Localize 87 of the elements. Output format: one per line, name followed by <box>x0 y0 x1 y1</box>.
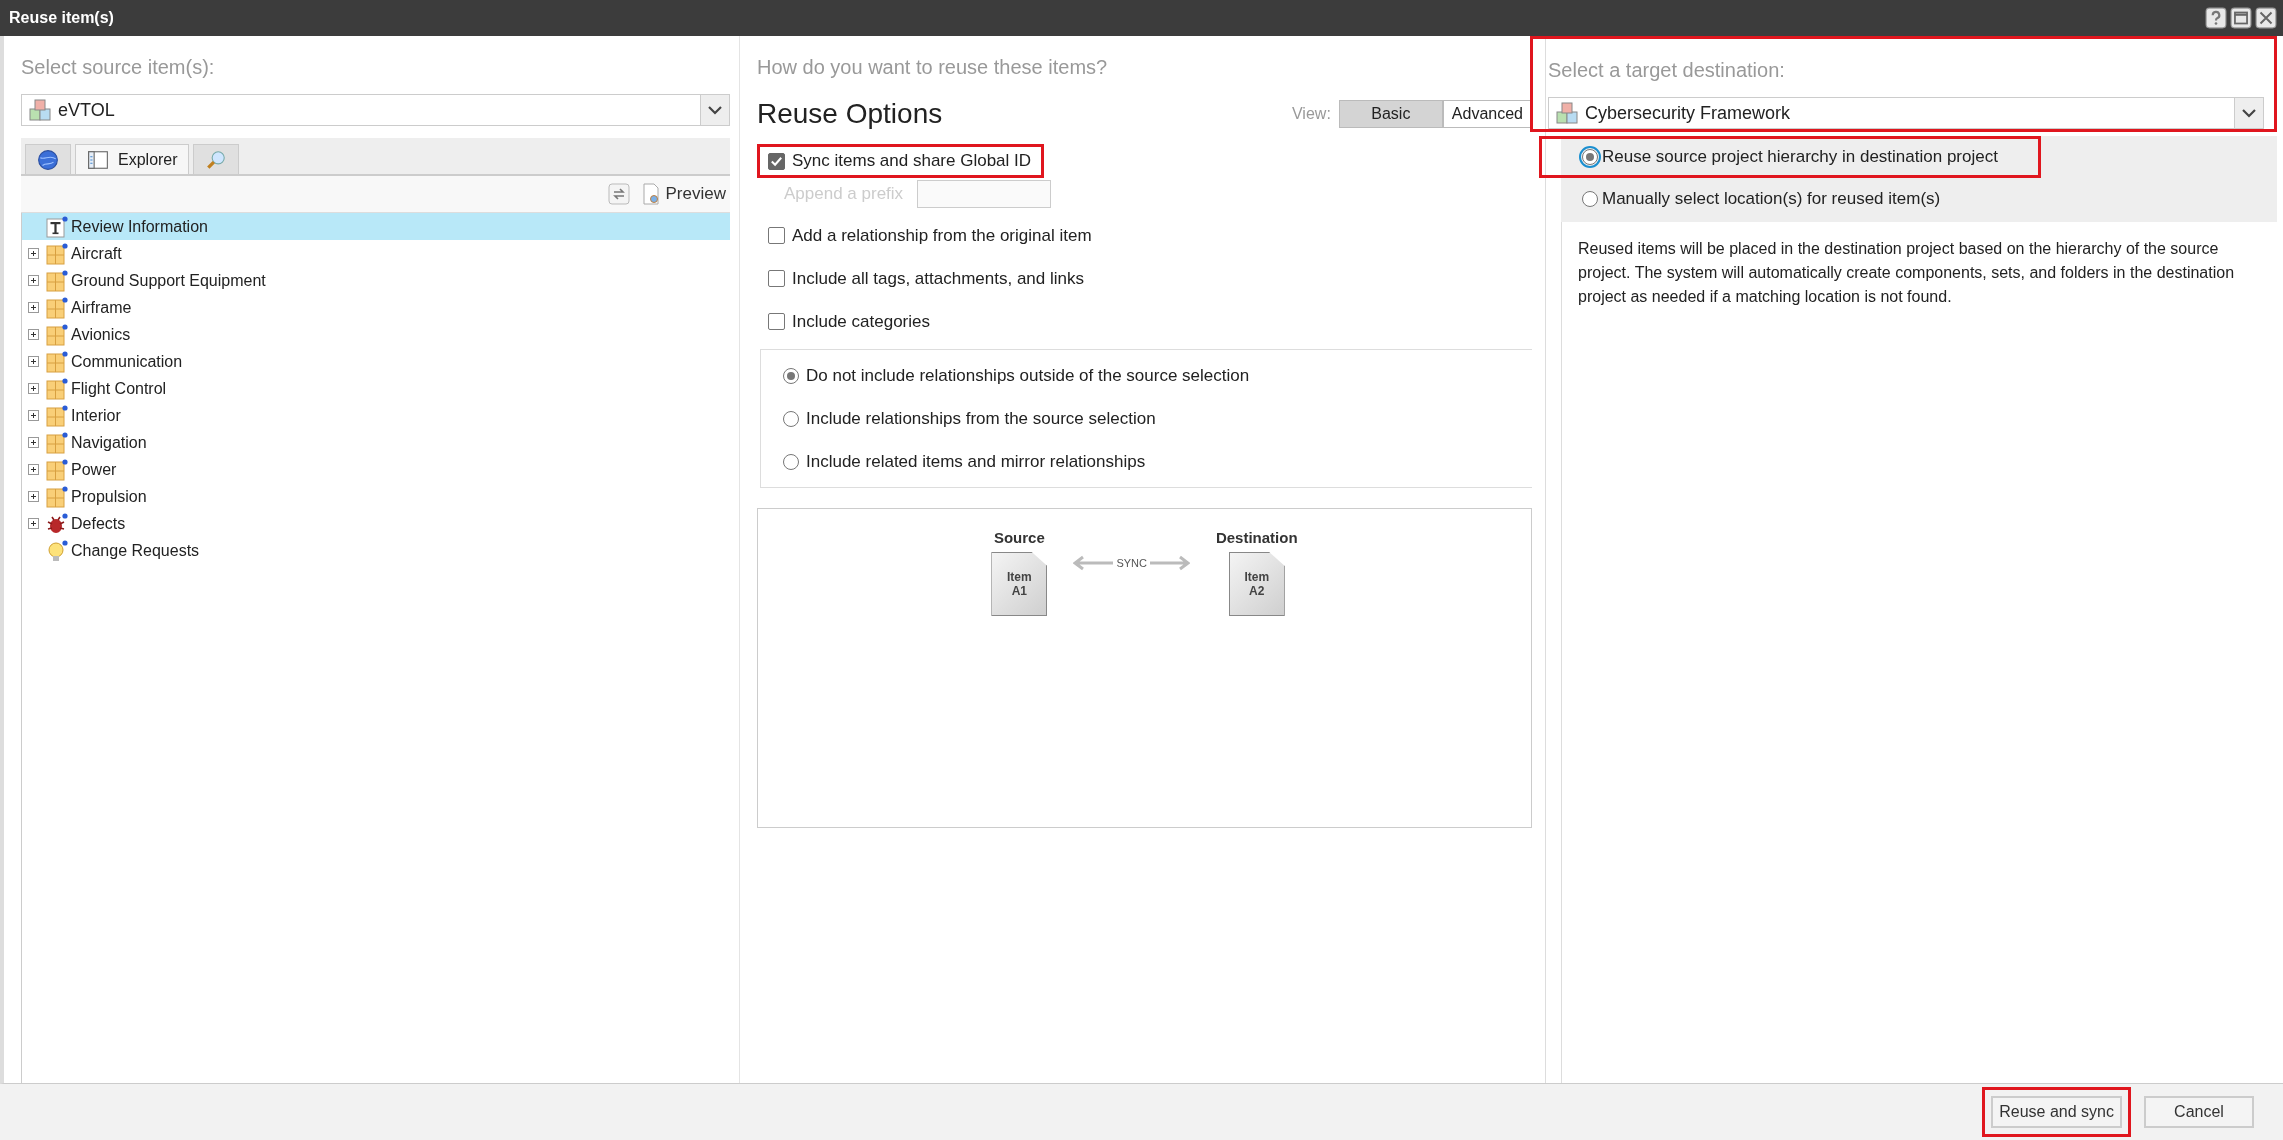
tree-item[interactable]: Flight Control <box>22 375 730 402</box>
project-dropdown[interactable]: eVTOL <box>21 94 730 126</box>
dropdown-value: eVTOL <box>58 99 116 121</box>
expand-icon[interactable] <box>28 383 39 394</box>
project-icon <box>28 98 52 122</box>
grid-folder-icon <box>46 404 68 427</box>
checkbox[interactable] <box>768 270 785 287</box>
view-tab[interactable] <box>25 144 71 174</box>
project-icon <box>1555 101 1579 125</box>
radio-button[interactable] <box>783 410 799 427</box>
checkbox[interactable] <box>768 227 785 244</box>
radio-option[interactable]: Include related items and mirror relationships <box>783 440 1532 483</box>
tree-item[interactable]: Avionics <box>22 321 730 348</box>
tree-item[interactable]: Propulsion <box>22 483 730 510</box>
description-text: Reused items will be placed in the destination project based on the hierarchy of the source project. The system will automatically create components, sets, and folders in the destination project as needed if a matching location is not found. <box>1561 222 2277 1083</box>
grid-folder-icon <box>46 350 68 373</box>
checkbox-option[interactable]: Include all tags, attachments, and links <box>768 257 1532 300</box>
caret-icon[interactable] <box>2234 98 2263 128</box>
tree-item[interactable]: Defects <box>22 510 730 537</box>
checkbox[interactable] <box>768 152 785 170</box>
window-title: Reuse item(s) <box>9 9 114 27</box>
project-dropdown[interactable]: Cybersecurity Framework <box>1548 97 2264 129</box>
preview-button[interactable]: Preview <box>639 183 726 205</box>
grid-folder-icon <box>46 296 68 319</box>
expand-icon[interactable] <box>28 410 39 421</box>
expand-icon[interactable] <box>28 464 39 475</box>
view-toggle[interactable]: Advanced <box>1442 100 1532 128</box>
radio-option[interactable]: Reuse source project hierarchy in destination project <box>1564 139 1998 175</box>
radio-button[interactable] <box>783 453 799 470</box>
close-icon[interactable] <box>2255 7 2277 29</box>
expand-icon[interactable] <box>28 329 39 340</box>
refresh-icon[interactable] <box>607 183 630 205</box>
dialog-button[interactable]: Reuse and sync <box>1991 1096 2122 1128</box>
help-icon[interactable] <box>2205 7 2227 29</box>
grid-folder-icon <box>46 458 68 481</box>
radio-option[interactable]: Include relationships from the source selection <box>783 397 1532 440</box>
expand-icon[interactable] <box>28 437 39 448</box>
tree-item[interactable]: Power <box>22 456 730 483</box>
tree-item[interactable]: Airframe <box>22 294 730 321</box>
grid-folder-icon <box>46 242 68 265</box>
expand-icon[interactable] <box>28 491 39 502</box>
lightbulb-icon <box>46 539 68 562</box>
tree-item[interactable]: Navigation <box>22 429 730 456</box>
dialog-button[interactable]: Cancel <box>2144 1096 2254 1128</box>
section-heading: Select a target destination: <box>1548 59 1786 83</box>
text-item-icon <box>46 215 68 238</box>
list-window-icon <box>86 148 110 171</box>
grid-folder-icon <box>46 485 68 508</box>
grid-folder-icon <box>46 377 68 400</box>
radio-option[interactable]: Manually select location(s) for reused item(s) <box>1564 181 1941 217</box>
tree-item[interactable]: Ground Support Equipment <box>22 267 730 294</box>
document-item: Item A1 <box>991 552 1048 616</box>
expand-icon[interactable] <box>28 356 39 367</box>
grid-folder-icon <box>46 269 68 292</box>
view-tab[interactable]: Explorer <box>75 144 189 174</box>
maximize-icon[interactable] <box>2230 7 2252 29</box>
grid-folder-icon <box>46 431 68 454</box>
tree-item[interactable]: Review Information <box>22 213 730 240</box>
radio-option[interactable]: Do not include relationships outside of the source selection <box>783 354 1532 397</box>
dropdown-value: Cybersecurity Framework <box>1585 102 1792 124</box>
expand-icon[interactable] <box>28 275 39 286</box>
expand-icon[interactable] <box>28 518 39 529</box>
checkbox-option[interactable]: Add a relationship from the original item <box>768 214 1532 257</box>
radio-button[interactable] <box>1582 191 1598 207</box>
section-title: Reuse Options <box>757 98 944 130</box>
checkbox-option[interactable]: Sync items and share Global ID <box>768 151 1032 171</box>
section-heading: Select source item(s): <box>21 56 216 80</box>
radio-button[interactable] <box>783 367 799 384</box>
bug-icon <box>46 512 68 535</box>
document-item: Item A2 <box>1228 552 1285 616</box>
view-toggle[interactable]: Basic <box>1338 100 1443 128</box>
diagram-label: Source <box>993 529 1045 546</box>
expand-icon[interactable] <box>28 248 39 259</box>
globe-icon <box>36 148 60 171</box>
radio-button[interactable] <box>1582 149 1598 165</box>
checkbox[interactable] <box>768 313 785 330</box>
section-heading: How do you want to reuse these items? <box>757 56 1109 80</box>
tree-item[interactable]: Change Requests <box>22 537 730 564</box>
view-label: View: <box>1292 105 1331 123</box>
caret-icon[interactable] <box>700 95 729 125</box>
tree-item[interactable]: Aircraft <box>22 240 730 267</box>
diagram-label: Destination <box>1215 529 1298 546</box>
expand-icon[interactable] <box>28 302 39 313</box>
tree-item[interactable]: Interior <box>22 402 730 429</box>
checkbox-option[interactable]: Include categories <box>768 300 1532 343</box>
tree-item[interactable]: Communication <box>22 348 730 375</box>
grid-folder-icon <box>46 323 68 346</box>
